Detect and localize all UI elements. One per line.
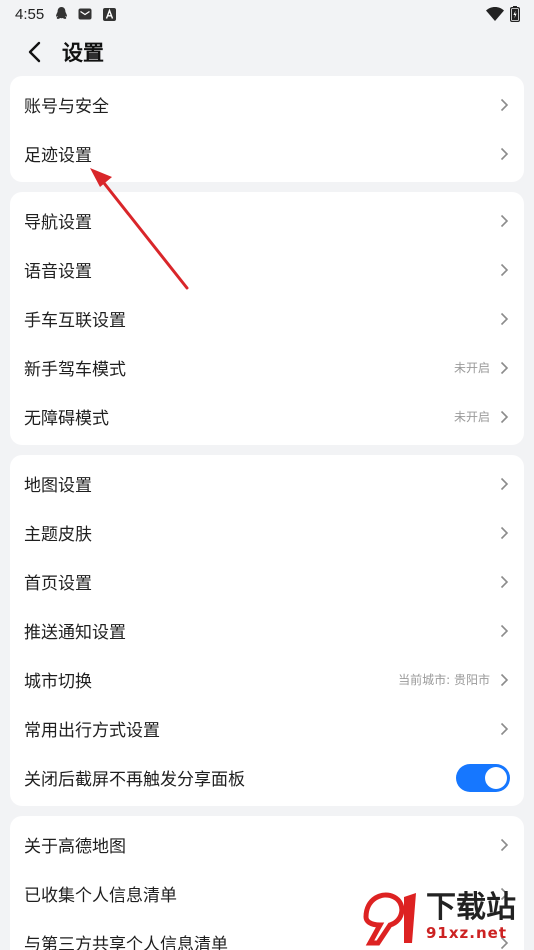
chevron-right-icon <box>498 476 510 492</box>
watermark-brand: 下载站 <box>426 890 516 925</box>
chevron-right-icon <box>498 574 510 590</box>
chevron-right-icon <box>498 837 510 853</box>
row-travel-mode-settings[interactable]: 常用出行方式设置 <box>10 704 524 753</box>
row-label: 无障碍模式 <box>24 409 109 429</box>
row-label: 城市切换 <box>24 672 92 692</box>
row-label: 地图设置 <box>24 476 92 496</box>
chevron-right-icon <box>498 721 510 737</box>
back-button[interactable] <box>22 40 46 64</box>
a-app-icon <box>102 7 116 21</box>
status-bar: 4:55 <box>0 0 534 28</box>
chevron-right-icon <box>498 262 510 278</box>
mail-icon <box>78 7 92 21</box>
row-accessibility-mode[interactable]: 无障碍模式 未开启 <box>10 392 524 441</box>
row-label: 主题皮肤 <box>24 525 92 545</box>
chevron-right-icon <box>498 311 510 327</box>
switch-knob <box>485 766 507 789</box>
chevron-right-icon <box>498 525 510 541</box>
settings-group-account: 账号与安全 足迹设置 <box>10 76 524 182</box>
row-novice-driving-mode[interactable]: 新手驾车模式 未开启 <box>10 343 524 392</box>
row-label: 新手驾车模式 <box>24 360 126 380</box>
header: 设置 <box>0 28 534 76</box>
row-label: 足迹设置 <box>24 146 92 166</box>
row-label: 首页设置 <box>24 574 92 594</box>
chevron-right-icon <box>498 360 510 376</box>
battery-icon <box>510 6 520 22</box>
back-arrow-icon <box>28 41 41 63</box>
row-label: 账号与安全 <box>24 97 109 117</box>
row-label: 关闭后截屏不再触发分享面板 <box>24 770 245 790</box>
row-label: 导航设置 <box>24 213 92 233</box>
settings-group-display: 地图设置 主题皮肤 首页设置 推送通知设置 城市切换 当前城市: 贵阳市 常用出… <box>10 455 524 806</box>
row-label: 语音设置 <box>24 262 92 282</box>
row-label: 关于高德地图 <box>24 837 126 857</box>
qq-icon <box>54 7 68 21</box>
row-label: 推送通知设置 <box>24 623 126 643</box>
chevron-right-icon <box>498 672 510 688</box>
row-label: 常用出行方式设置 <box>24 721 160 741</box>
row-city-switch[interactable]: 城市切换 当前城市: 贵阳市 <box>10 655 524 704</box>
row-account-security[interactable]: 账号与安全 <box>10 80 524 129</box>
row-about-amap[interactable]: 关于高德地图 <box>10 820 524 869</box>
row-home-settings[interactable]: 首页设置 <box>10 557 524 606</box>
row-screenshot-share-toggle: 关闭后截屏不再触发分享面板 <box>10 753 524 802</box>
row-phone-car-link[interactable]: 手车互联设置 <box>10 294 524 343</box>
row-label: 手车互联设置 <box>24 311 126 331</box>
row-theme-skin[interactable]: 主题皮肤 <box>10 508 524 557</box>
row-value: 未开启 <box>453 361 490 375</box>
wifi-icon <box>486 7 504 21</box>
row-voice-settings[interactable]: 语音设置 <box>10 245 524 294</box>
row-footprint-settings[interactable]: 足迹设置 <box>10 129 524 178</box>
row-map-settings[interactable]: 地图设置 <box>10 459 524 508</box>
watermark-91-icon <box>363 892 416 946</box>
chevron-right-icon <box>498 409 510 425</box>
page-title: 设置 <box>62 41 104 65</box>
row-navigation-settings[interactable]: 导航设置 <box>10 196 524 245</box>
row-value: 未开启 <box>453 410 490 424</box>
row-value: 当前城市: 贵阳市 <box>398 673 490 687</box>
chevron-right-icon <box>498 97 510 113</box>
screenshot-share-switch[interactable] <box>456 763 510 792</box>
watermark-logo: 下载站 91xz.net <box>360 886 530 948</box>
chevron-right-icon <box>498 213 510 229</box>
settings-group-navigation: 导航设置 语音设置 手车互联设置 新手驾车模式 未开启 无障碍模式 未开启 <box>10 192 524 445</box>
chevron-right-icon <box>498 623 510 639</box>
settings-list: 账号与安全 足迹设置 导航设置 语音设置 手车互联设置 新手驾车模式 未开启 无… <box>0 76 534 950</box>
row-push-notification-settings[interactable]: 推送通知设置 <box>10 606 524 655</box>
status-time: 4:55 <box>15 5 45 23</box>
watermark-domain: 91xz.net <box>426 924 508 942</box>
chevron-right-icon <box>498 146 510 162</box>
